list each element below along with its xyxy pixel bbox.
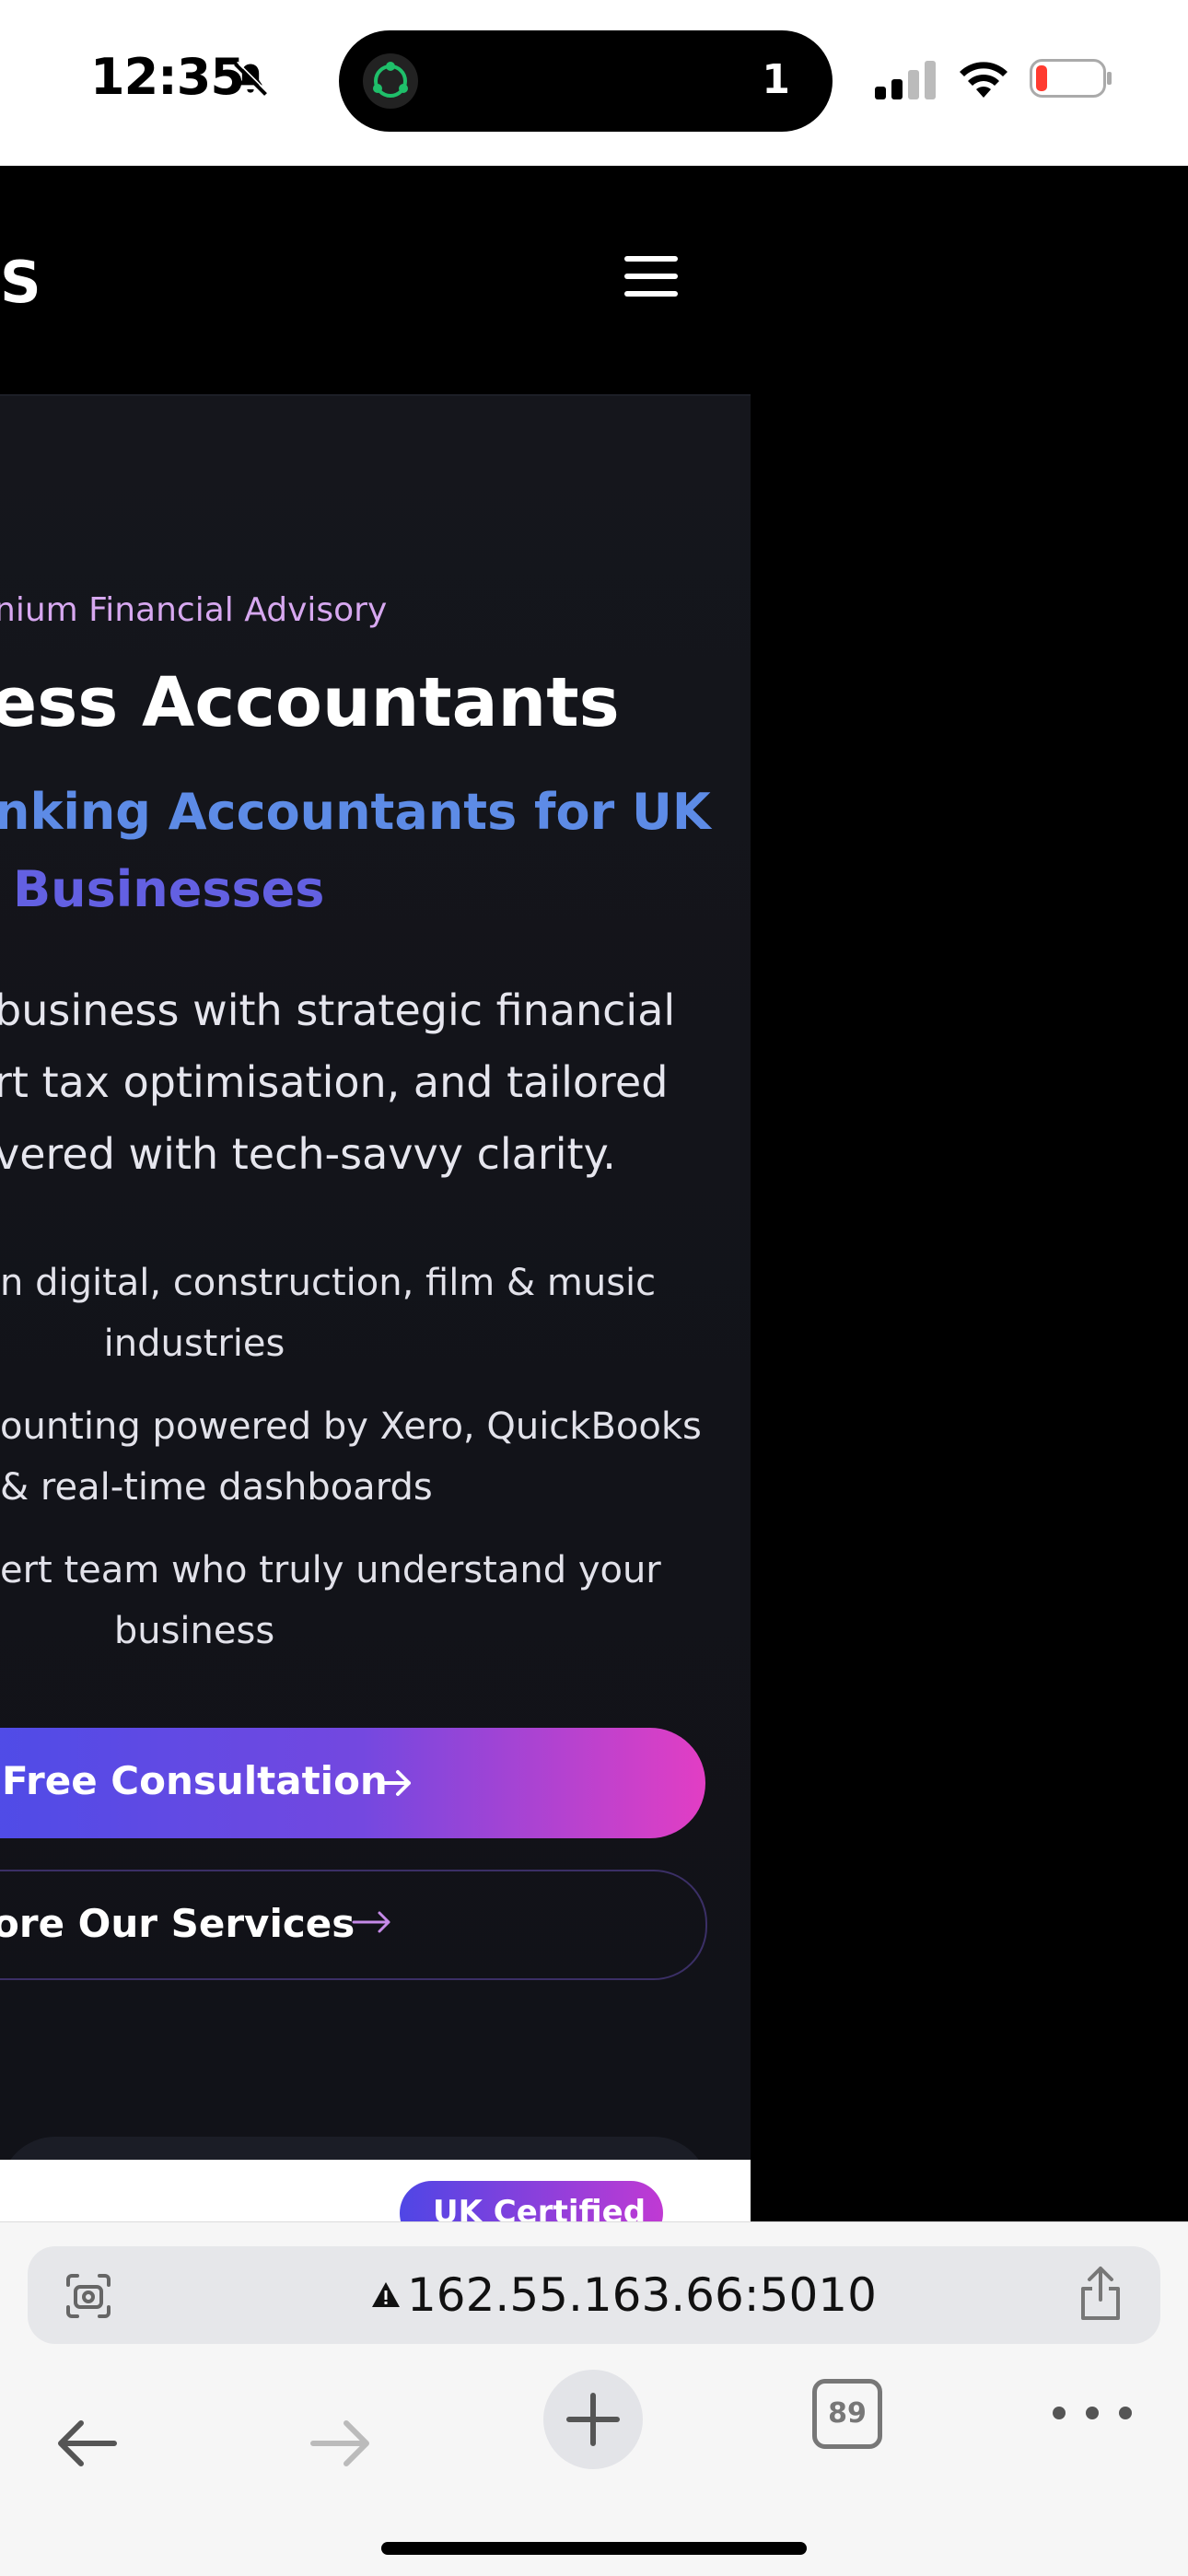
status-time: 12:35 bbox=[90, 48, 245, 106]
wifi-icon bbox=[960, 62, 1007, 98]
browser-nav-row: 89 bbox=[0, 2370, 1188, 2517]
browser-toolbar: 162.55.163.66:5010 89 bbox=[0, 2221, 1188, 2576]
feature-item-line: & real-time dashboards bbox=[0, 1466, 433, 1509]
hero-subtitle-line-2: Businesses bbox=[13, 860, 325, 918]
status-bar: 12:35 1 bbox=[0, 0, 1188, 166]
feature-item: ert team who truly understand your busin… bbox=[0, 1540, 751, 1661]
feature-item-line: business bbox=[113, 1610, 275, 1652]
hero-lead-line: rt tax optimisation, and tailored bbox=[0, 1057, 669, 1107]
hero-title: ess Accountants bbox=[0, 663, 620, 742]
url-text: 162.55.163.66:5010 bbox=[407, 2268, 877, 2322]
hero-subtitle: nking Accountants for UK Businesses bbox=[0, 774, 731, 928]
hero-section: nium Financial Advisory ess Accountants … bbox=[0, 396, 751, 2160]
tabs-button[interactable]: 89 bbox=[812, 2379, 882, 2449]
feature-item-line: ounting powered by Xero, QuickBooks bbox=[0, 1405, 702, 1448]
forward-arrow-icon[interactable] bbox=[304, 2407, 378, 2480]
hero-subtitle-line-1: nking Accountants for UK bbox=[0, 783, 711, 841]
hero-lead: business with strategic financial rt tax… bbox=[0, 974, 675, 1190]
warning-icon bbox=[372, 2282, 400, 2307]
cellular-signal-icon bbox=[875, 61, 936, 99]
share-icon[interactable] bbox=[1074, 2265, 1127, 2324]
feature-item-line: n digital, construction, film & music bbox=[0, 1262, 657, 1304]
hero-lead-line: business with strategic financial bbox=[0, 985, 676, 1035]
island-counter: 1 bbox=[762, 56, 790, 103]
hero-feature-list: n digital, construction, film & music in… bbox=[0, 1253, 751, 1684]
free-consultation-button[interactable]: Free Consultation bbox=[0, 1728, 705, 1838]
dynamic-island[interactable]: 1 bbox=[339, 30, 833, 132]
arrow-right-icon bbox=[379, 1770, 411, 1796]
arrow-right-icon bbox=[352, 1911, 390, 1933]
visual-lookup-icon[interactable] bbox=[63, 2270, 114, 2322]
hero-lead-line: vered with tech-savvy clarity. bbox=[0, 1129, 616, 1179]
bell-muted-icon bbox=[234, 61, 269, 96]
address-bar[interactable]: 162.55.163.66:5010 bbox=[28, 2246, 1160, 2344]
menu-hamburger-icon[interactable] bbox=[624, 256, 678, 302]
plus-icon bbox=[566, 2393, 620, 2446]
feature-item-line: industries bbox=[103, 1323, 285, 1365]
tab-count: 89 bbox=[828, 2397, 867, 2430]
back-arrow-icon[interactable] bbox=[50, 2407, 123, 2480]
explore-services-label: ore Our Services bbox=[0, 1901, 355, 1946]
home-indicator[interactable] bbox=[381, 2542, 807, 2555]
new-tab-button[interactable] bbox=[543, 2370, 643, 2469]
feature-item: n digital, construction, film & music in… bbox=[0, 1253, 751, 1374]
more-options-icon[interactable] bbox=[1046, 2399, 1138, 2427]
free-consultation-label: Free Consultation bbox=[2, 1758, 388, 1803]
info-card-top bbox=[0, 2137, 709, 2160]
hero-eyebrow: nium Financial Advisory bbox=[0, 591, 388, 629]
site-logo-fragment[interactable]: S bbox=[0, 249, 41, 316]
battery-low-icon bbox=[1030, 59, 1112, 98]
feature-item-line: ert team who truly understand your bbox=[0, 1549, 661, 1591]
feature-item: ounting powered by Xero, QuickBooks & re… bbox=[0, 1396, 751, 1518]
app-activity-icon bbox=[363, 53, 418, 109]
